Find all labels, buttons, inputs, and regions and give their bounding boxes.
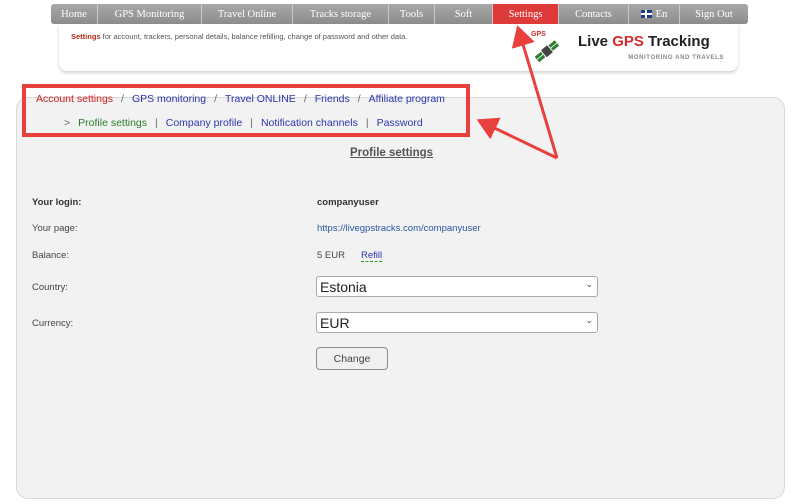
- country-label: Country:: [32, 282, 68, 293]
- currency-label: Currency:: [32, 318, 74, 329]
- nav-travel-online[interactable]: Travel Online: [202, 4, 293, 24]
- login-value: companyuser: [317, 197, 379, 208]
- nav-soft[interactable]: Soft: [435, 4, 493, 24]
- crumb-gps-monitoring[interactable]: GPS monitoring: [132, 93, 206, 105]
- crumb-separator: |: [365, 117, 369, 129]
- nav-settings[interactable]: Settings: [493, 4, 559, 24]
- nav-tools[interactable]: Tools: [389, 4, 435, 24]
- crumb-separator: /: [121, 93, 124, 105]
- satellite-icon: [534, 40, 560, 63]
- header-description: Settings for account, trackers, personal…: [71, 32, 407, 41]
- crumb-profile-settings[interactable]: Profile settings: [78, 117, 147, 129]
- header-banner: Settings for account, trackers, personal…: [59, 24, 738, 71]
- header-description-bold: Settings: [71, 32, 101, 41]
- nav-sign-out[interactable]: Sign Out: [680, 4, 748, 24]
- crumb-separator: /: [303, 93, 307, 105]
- balance-value: 5 EUR: [317, 250, 345, 261]
- nav-home[interactable]: Home: [51, 4, 98, 24]
- crumb-affiliate-program[interactable]: Affiliate program: [369, 93, 445, 105]
- crumb-account-settings[interactable]: Account settings: [36, 93, 113, 105]
- language-label: En: [655, 8, 668, 20]
- nav-gps-monitoring[interactable]: GPS Monitoring: [98, 4, 202, 24]
- login-label: Your login:: [32, 197, 82, 208]
- crumb-prefix: >: [64, 117, 71, 129]
- breadcrumb-row-sub: > Profile settings | Company profile | Notifi…: [64, 117, 423, 129]
- logo-title: Live GPS Tracking: [578, 33, 710, 50]
- crumb-separator: |: [250, 117, 253, 129]
- crumb-notification-channels[interactable]: Notification channels: [261, 117, 358, 129]
- currency-selected-value: EUR: [320, 315, 350, 331]
- crumb-separator: /: [357, 93, 361, 105]
- breadcrumb-row-main: Account settings / GPS monitoring / Travel O…: [36, 93, 445, 105]
- header-description-text: for account, trackers, personal details,…: [100, 32, 408, 41]
- balance-label: Balance:: [32, 250, 69, 261]
- nav-language[interactable]: En: [629, 4, 680, 24]
- country-select[interactable]: Estonia ⌄: [316, 276, 598, 297]
- user-page-label: Your page:: [32, 223, 78, 234]
- user-page-link[interactable]: https://livegpstracks.com/companyuser: [317, 223, 481, 234]
- top-navigation: Home GPS Monitoring Travel Online Tracks…: [51, 4, 748, 24]
- crumb-friends[interactable]: Friends: [315, 93, 350, 105]
- crumb-password[interactable]: Password: [377, 117, 423, 129]
- chevron-down-icon: ⌄: [585, 315, 593, 325]
- change-button[interactable]: Change: [316, 347, 388, 370]
- crumb-company-profile[interactable]: Company profile: [166, 117, 242, 129]
- logo[interactable]: GPS Live GPS Tracking MONITORING AND TRA…: [524, 27, 724, 67]
- page-title: Profile settings: [350, 147, 434, 159]
- logo-live: Live: [578, 33, 613, 50]
- crumb-travel-online[interactable]: Travel ONLINE: [225, 93, 296, 105]
- logo-gps: GPS: [612, 33, 644, 50]
- chevron-down-icon: ⌄: [585, 279, 593, 289]
- currency-select[interactable]: EUR ⌄: [316, 312, 598, 333]
- nav-contacts[interactable]: Contacts: [559, 4, 629, 24]
- crumb-separator: |: [155, 117, 158, 129]
- refill-link[interactable]: Refill: [361, 250, 383, 262]
- logo-tracking: Tracking: [643, 33, 710, 50]
- settings-breadcrumbs: Account settings / GPS monitoring / Travel O…: [25, 84, 474, 138]
- uk-flag-icon: [640, 10, 652, 18]
- country-selected-value: Estonia: [320, 279, 367, 295]
- crumb-separator: /: [214, 93, 218, 105]
- nav-tracks-storage[interactable]: Tracks storage: [293, 4, 389, 24]
- logo-subtitle: MONITORING AND TRAVELS: [628, 55, 724, 61]
